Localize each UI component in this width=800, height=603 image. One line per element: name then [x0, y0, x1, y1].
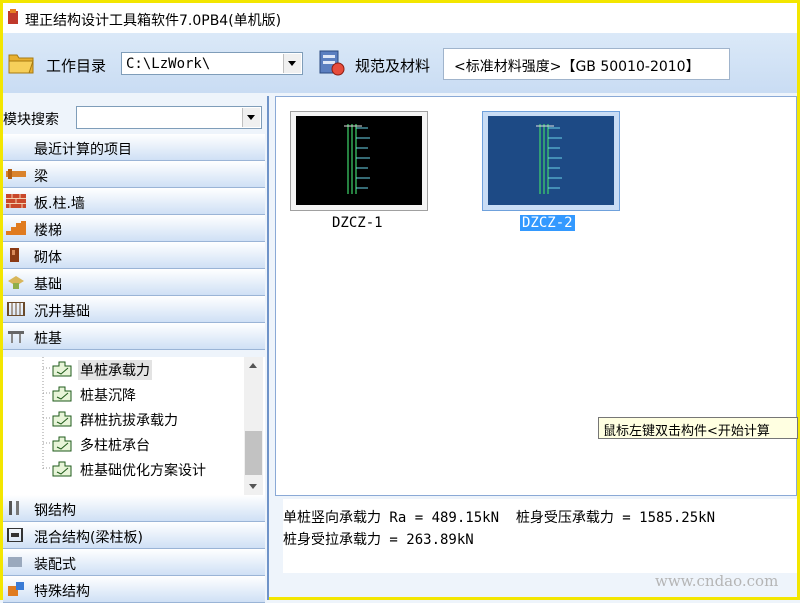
recent-projects-label: 最近计算的项目: [34, 142, 132, 158]
steel-icon: [9, 501, 19, 515]
module-search-dropdown-button[interactable]: [242, 108, 260, 127]
category-prefab[interactable]: 装配式: [3, 549, 265, 576]
spec-label: 规范及材料: [355, 57, 431, 75]
module-icon: [52, 386, 72, 402]
category-masonry[interactable]: 砌体: [3, 242, 265, 269]
category-label: 装配式: [34, 557, 76, 573]
spec-standard-box[interactable]: <标准材料强度>【GB 50010-2010】: [443, 48, 730, 80]
watermark: www.cndao.com: [655, 572, 779, 590]
component-card-dzcz-1[interactable]: [290, 111, 428, 211]
category-pile[interactable]: 桩基: [3, 323, 265, 350]
composite-icon: [7, 528, 23, 542]
workdir-combo[interactable]: C:\LzWork\: [121, 52, 303, 75]
toolbar: 工作目录 C:\LzWork\ 规范及材料 <标准材料强度>【GB 50010-…: [3, 33, 797, 93]
module-icon: [52, 461, 72, 477]
category-label: 钢结构: [34, 503, 76, 519]
pile-icon: [8, 331, 24, 343]
category-slab-column-wall[interactable]: 板.柱.墙: [3, 188, 265, 215]
scroll-down-button[interactable]: [244, 478, 263, 495]
category-label: 梁: [34, 169, 48, 185]
tree-item-label: 多柱桩承台: [80, 438, 150, 454]
prefab-icon: [8, 557, 22, 567]
category-special[interactable]: 特殊结构: [3, 576, 265, 603]
module-icon: [52, 411, 72, 427]
category-label: 楼梯: [34, 223, 62, 239]
result-line-2: 桩身受拉承载力 = 263.89kN: [283, 532, 474, 548]
spec-standard-value: <标准材料强度>【GB 50010-2010】: [454, 59, 700, 75]
pile-module-tree: 单桩承载力 桩基沉降 群桩抗拔承载力 多柱桩承台 桩基础优化方案设计: [3, 357, 265, 495]
pile-drawing-thumbnail: [488, 116, 614, 205]
tree-scrollbar[interactable]: [244, 357, 263, 495]
category-stair[interactable]: 楼梯: [3, 215, 265, 242]
category-label: 砌体: [34, 250, 62, 266]
component-caption[interactable]: DZCZ-2: [520, 215, 575, 231]
spec-settings-icon[interactable]: [316, 47, 346, 77]
pile-drawing-thumbnail: [296, 116, 422, 205]
category-label: 沉井基础: [34, 304, 90, 320]
workdir-label: 工作目录: [46, 57, 107, 75]
window-title: 理正结构设计工具箱软件7.0PB4(单机版): [25, 13, 282, 29]
scroll-up-button[interactable]: [244, 357, 263, 374]
recent-projects-item[interactable]: 最近计算的项目: [3, 134, 265, 161]
masonry-icon: [10, 248, 19, 262]
category-foundation[interactable]: 基础: [3, 269, 265, 296]
component-caption[interactable]: DZCZ-1: [330, 215, 385, 231]
category-label: 特殊结构: [34, 584, 90, 600]
scroll-thumb[interactable]: [245, 431, 262, 475]
special-icon: [8, 582, 24, 596]
beam-icon: [6, 169, 26, 179]
category-beam[interactable]: 梁: [3, 161, 265, 188]
category-composite[interactable]: 混合结构(梁柱板): [3, 522, 265, 549]
category-label: 基础: [34, 277, 62, 293]
component-grid: DZCZ-1 DZCZ-2 鼠标左键双击构件<开始计算: [275, 96, 798, 496]
module-sidebar: 模块搜索 最近计算的项目 梁 板.柱.墙 楼梯 砌体 基础 沉井基础 桩基 单桩…: [3, 96, 269, 603]
result-output-panel: 单桩竖向承载力 Ra = 489.15kN 桩身受压承载力 = 1585.25k…: [283, 499, 797, 573]
component-card-dzcz-2[interactable]: [482, 111, 620, 211]
tree-item-label: 桩基沉降: [80, 388, 136, 404]
foundation-icon: [8, 276, 24, 289]
tree-item-label: 群桩抗拔承载力: [80, 413, 178, 429]
tree-item-label: 桩基础优化方案设计: [80, 463, 206, 479]
module-icon: [52, 436, 72, 452]
app-icon: [8, 9, 18, 24]
hint-tooltip: 鼠标左键双击构件<开始计算: [598, 417, 798, 439]
category-label: 板.柱.墙: [34, 196, 85, 212]
category-label: 混合结构(梁柱板): [34, 530, 143, 546]
brick-wall-icon: [6, 194, 26, 208]
folder-icon[interactable]: [7, 49, 35, 75]
category-label: 桩基: [34, 331, 62, 347]
workdir-dropdown-button[interactable]: [283, 54, 301, 73]
module-search-label: 模块搜索: [3, 112, 59, 128]
module-icon: [52, 361, 72, 377]
category-steel[interactable]: 钢结构: [3, 495, 265, 522]
workdir-value: C:\LzWork\: [126, 56, 211, 72]
title-bar: 理正结构设计工具箱软件7.0PB4(单机版): [3, 3, 797, 33]
caisson-icon: [7, 302, 25, 316]
stair-icon: [6, 221, 26, 235]
category-caisson[interactable]: 沉井基础: [3, 296, 265, 323]
module-search-input[interactable]: [76, 106, 262, 129]
result-line-1: 单桩竖向承载力 Ra = 489.15kN 桩身受压承载力 = 1585.25k…: [283, 510, 716, 526]
tree-item-label: 单桩承载力: [78, 360, 152, 380]
